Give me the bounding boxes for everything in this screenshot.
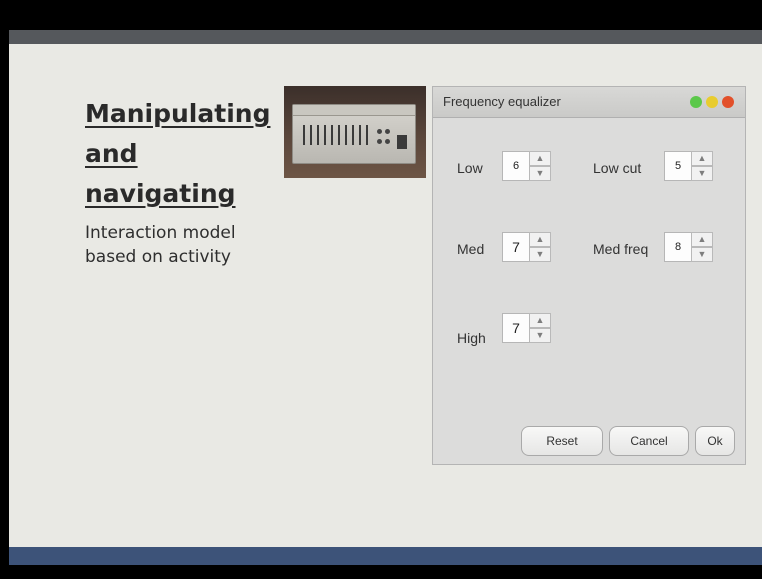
med-freq-decrement-arrow-icon[interactable]: ▼: [691, 247, 713, 262]
window-title: Frequency equalizer: [443, 94, 561, 109]
med-label: Med: [457, 241, 485, 257]
high-value-field[interactable]: 7: [502, 313, 530, 343]
high-spinner-buttons: ▲ ▼: [529, 313, 551, 343]
med-freq-spinner[interactable]: 8 ▲ ▼: [664, 232, 718, 262]
top-strip: [9, 30, 762, 44]
med-spinner[interactable]: 7 ▲ ▼: [502, 232, 556, 262]
device-body: [292, 104, 416, 164]
low-label: Low: [457, 160, 483, 176]
high-spinner[interactable]: 7 ▲ ▼: [502, 313, 556, 343]
bottom-strip: [9, 547, 762, 565]
low-cut-value-field[interactable]: 5: [664, 151, 692, 181]
low-cut-label: Low cut: [593, 160, 642, 176]
med-decrement-arrow-icon[interactable]: ▼: [529, 247, 551, 262]
slide-title-line-2: and: [85, 139, 138, 168]
equalizer-device-photo: [284, 86, 426, 178]
screen: Manipulating and navigating Interaction …: [0, 0, 762, 579]
low-cut-increment-arrow-icon[interactable]: ▲: [691, 151, 713, 166]
slide-title-line-3: navigating: [85, 179, 236, 208]
med-freq-label: Med freq: [593, 241, 649, 257]
cancel-button[interactable]: Cancel: [609, 426, 689, 456]
slide-subtitle-line-2: based on activity: [85, 247, 231, 267]
low-cut-decrement-arrow-icon[interactable]: ▼: [691, 166, 713, 181]
low-cut-spinner[interactable]: 5 ▲ ▼: [664, 151, 718, 181]
high-increment-arrow-icon[interactable]: ▲: [529, 313, 551, 328]
slide-title: Manipulating and navigating: [85, 94, 270, 214]
low-spinner-buttons: ▲ ▼: [529, 151, 551, 181]
med-value-field[interactable]: 7: [502, 232, 530, 262]
low-increment-arrow-icon[interactable]: ▲: [529, 151, 551, 166]
ok-button[interactable]: Ok: [695, 426, 735, 456]
frequency-equalizer-window: Frequency equalizer: [432, 86, 746, 465]
close-button[interactable]: [722, 96, 734, 108]
window-titlebar[interactable]: Frequency equalizer: [433, 87, 745, 118]
high-decrement-arrow-icon[interactable]: ▼: [529, 328, 551, 343]
reset-button[interactable]: Reset: [521, 426, 603, 456]
low-decrement-arrow-icon[interactable]: ▼: [529, 166, 551, 181]
med-freq-spinner-buttons: ▲ ▼: [691, 232, 713, 262]
low-cut-spinner-buttons: ▲ ▼: [691, 151, 713, 181]
low-value-field[interactable]: 6: [502, 151, 530, 181]
high-label: High: [457, 330, 486, 346]
slide-subtitle-line-1: Interaction model: [85, 223, 236, 243]
med-increment-arrow-icon[interactable]: ▲: [529, 232, 551, 247]
minimize-button[interactable]: [706, 96, 718, 108]
low-spinner[interactable]: 6 ▲ ▼: [502, 151, 556, 181]
med-spinner-buttons: ▲ ▼: [529, 232, 551, 262]
slide-subtitle: Interaction model based on activity: [85, 221, 236, 269]
med-freq-value-field[interactable]: 8: [664, 232, 692, 262]
maximize-button[interactable]: [690, 96, 702, 108]
med-freq-increment-arrow-icon[interactable]: ▲: [691, 232, 713, 247]
slide-title-line-1: Manipulating: [85, 99, 271, 128]
